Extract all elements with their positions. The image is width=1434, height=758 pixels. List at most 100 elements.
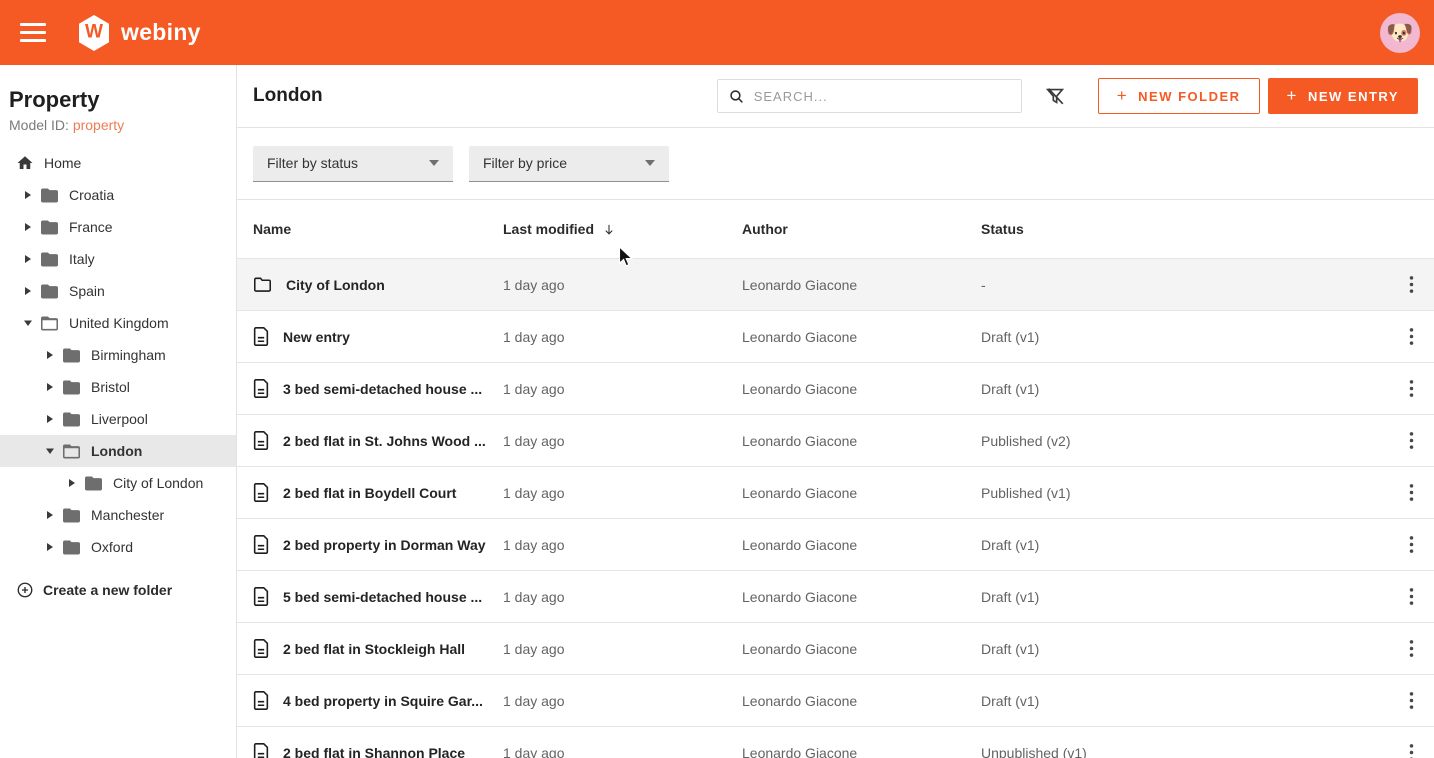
entry-name[interactable]: 3 bed semi-detached house ... xyxy=(283,381,482,397)
kebab-menu-icon[interactable] xyxy=(1405,479,1418,506)
chevron-right-icon[interactable] xyxy=(22,222,34,232)
webiny-cms-page: W webiny 🐶 Property Model ID: property H… xyxy=(0,0,1434,758)
entry-name[interactable]: 2 bed flat in Stockleigh Hall xyxy=(283,641,465,657)
table-row[interactable]: 2 bed flat in Shannon Place 1 day ago Le… xyxy=(237,726,1434,758)
folder-open-icon xyxy=(62,443,81,460)
table-body: City of London 1 day ago Leonardo Giacon… xyxy=(237,258,1434,758)
table-row[interactable]: City of London 1 day ago Leonardo Giacon… xyxy=(237,258,1434,310)
entry-name[interactable]: 5 bed semi-detached house ... xyxy=(283,589,482,605)
entry-name[interactable]: 2 bed flat in Boydell Court xyxy=(283,485,456,501)
document-icon xyxy=(253,535,269,554)
column-header-name[interactable]: Name xyxy=(253,221,503,237)
new-entry-label: NEW ENTRY xyxy=(1308,89,1399,104)
chevron-right-icon[interactable] xyxy=(66,478,78,488)
column-header-status[interactable]: Status xyxy=(981,221,1378,237)
table-row[interactable]: 2 bed flat in St. Johns Wood ... 1 day a… xyxy=(237,414,1434,466)
new-entry-button[interactable]: + NEW ENTRY xyxy=(1268,78,1418,114)
document-icon xyxy=(253,327,269,346)
sidebar-folder-united-kingdom[interactable]: United Kingdom xyxy=(0,307,236,339)
entry-author: Leonardo Giacone xyxy=(742,745,981,758)
entry-last-modified: 1 day ago xyxy=(503,693,742,709)
kebab-menu-icon[interactable] xyxy=(1405,531,1418,558)
chevron-right-icon[interactable] xyxy=(22,254,34,264)
sidebar-folder-liverpool[interactable]: Liverpool xyxy=(0,403,236,435)
sidebar-folder-france[interactable]: France xyxy=(0,211,236,243)
sidebar-folder-london[interactable]: London xyxy=(0,435,236,467)
hamburger-menu-icon[interactable] xyxy=(20,23,46,42)
chevron-down-icon[interactable] xyxy=(44,447,56,455)
filter-by-price-dropdown[interactable]: Filter by price xyxy=(469,146,669,182)
entry-name[interactable]: 2 bed property in Dorman Way xyxy=(283,537,486,553)
kebab-menu-icon[interactable] xyxy=(1405,583,1418,610)
table-row[interactable]: 3 bed semi-detached house ... 1 day ago … xyxy=(237,362,1434,414)
entry-name[interactable]: 4 bed property in Squire Gar... xyxy=(283,693,483,709)
sidebar-folder-oxford[interactable]: Oxford xyxy=(0,531,236,563)
entry-status: Draft (v1) xyxy=(981,537,1378,553)
chevron-right-icon[interactable] xyxy=(22,286,34,296)
chevron-down-icon[interactable] xyxy=(22,319,34,327)
folder-label: Birmingham xyxy=(91,347,166,363)
entry-status: Draft (v1) xyxy=(981,329,1378,345)
table-row[interactable]: 4 bed property in Squire Gar... 1 day ag… xyxy=(237,674,1434,726)
column-header-last-modified[interactable]: Last modified xyxy=(503,221,742,237)
table-row[interactable]: 5 bed semi-detached house ... 1 day ago … xyxy=(237,570,1434,622)
kebab-menu-icon[interactable] xyxy=(1405,427,1418,454)
user-avatar[interactable]: 🐶 xyxy=(1380,13,1420,53)
table-row[interactable]: 2 bed flat in Stockleigh Hall 1 day ago … xyxy=(237,622,1434,674)
entry-status: Unpublished (v1) xyxy=(981,745,1378,758)
table-row[interactable]: 2 bed flat in Boydell Court 1 day ago Le… xyxy=(237,466,1434,518)
chevron-right-icon[interactable] xyxy=(44,542,56,552)
column-header-author[interactable]: Author xyxy=(742,221,981,237)
entry-author: Leonardo Giacone xyxy=(742,277,981,293)
kebab-menu-icon[interactable] xyxy=(1405,375,1418,402)
document-icon xyxy=(253,691,269,710)
table-row[interactable]: New entry 1 day ago Leonardo Giacone Dra… xyxy=(237,310,1434,362)
new-folder-button[interactable]: + NEW FOLDER xyxy=(1098,78,1260,114)
chevron-right-icon[interactable] xyxy=(44,350,56,360)
chevron-right-icon[interactable] xyxy=(44,510,56,520)
folder-icon xyxy=(40,219,59,236)
sidebar-folder-croatia[interactable]: Croatia xyxy=(0,179,236,211)
kebab-menu-icon[interactable] xyxy=(1405,271,1418,298)
create-new-folder-button[interactable]: Create a new folder xyxy=(0,574,172,606)
sidebar-folder-spain[interactable]: Spain xyxy=(0,275,236,307)
filter-toggle-icon[interactable] xyxy=(1044,85,1066,107)
sort-descending-arrow-icon[interactable] xyxy=(602,222,616,237)
entry-status: Draft (v1) xyxy=(981,589,1378,605)
model-id-label: Model ID: xyxy=(9,117,69,133)
sidebar-home-label: Home xyxy=(44,155,81,171)
entry-name[interactable]: 2 bed flat in Shannon Place xyxy=(283,745,465,758)
folder-label: Spain xyxy=(69,283,105,299)
search-input[interactable] xyxy=(754,89,1011,104)
filter-by-status-dropdown[interactable]: Filter by status xyxy=(253,146,453,182)
table-row[interactable]: 2 bed property in Dorman Way 1 day ago L… xyxy=(237,518,1434,570)
app-header: W webiny 🐶 xyxy=(0,0,1434,65)
entry-name[interactable]: 2 bed flat in St. Johns Wood ... xyxy=(283,433,486,449)
new-folder-label: NEW FOLDER xyxy=(1138,89,1240,104)
webiny-logo-letter: W xyxy=(85,21,103,43)
sidebar-folder-birmingham[interactable]: Birmingham xyxy=(0,339,236,371)
kebab-menu-icon[interactable] xyxy=(1405,739,1418,758)
chevron-right-icon[interactable] xyxy=(44,382,56,392)
sidebar-folder-city-of-london[interactable]: City of London xyxy=(0,467,236,499)
kebab-menu-icon[interactable] xyxy=(1405,635,1418,662)
document-icon xyxy=(253,431,269,450)
webiny-logo[interactable]: W webiny xyxy=(76,14,201,52)
entry-name[interactable]: City of London xyxy=(286,277,385,293)
entry-name[interactable]: New entry xyxy=(283,329,350,345)
chevron-right-icon[interactable] xyxy=(44,414,56,424)
folder-icon xyxy=(40,251,59,268)
document-icon xyxy=(253,483,269,502)
chevron-right-icon[interactable] xyxy=(22,190,34,200)
entries-table: Name Last modified Author Status xyxy=(237,200,1434,758)
sidebar-folder-bristol[interactable]: Bristol xyxy=(0,371,236,403)
sidebar-folder-italy[interactable]: Italy xyxy=(0,243,236,275)
model-id-value[interactable]: property xyxy=(73,117,124,133)
entry-author: Leonardo Giacone xyxy=(742,589,981,605)
folder-icon xyxy=(62,347,81,364)
kebab-menu-icon[interactable] xyxy=(1405,323,1418,350)
kebab-menu-icon[interactable] xyxy=(1405,687,1418,714)
sidebar-item-home[interactable]: Home xyxy=(0,147,236,179)
sidebar-folder-manchester[interactable]: Manchester xyxy=(0,499,236,531)
folder-open-icon xyxy=(40,315,59,332)
